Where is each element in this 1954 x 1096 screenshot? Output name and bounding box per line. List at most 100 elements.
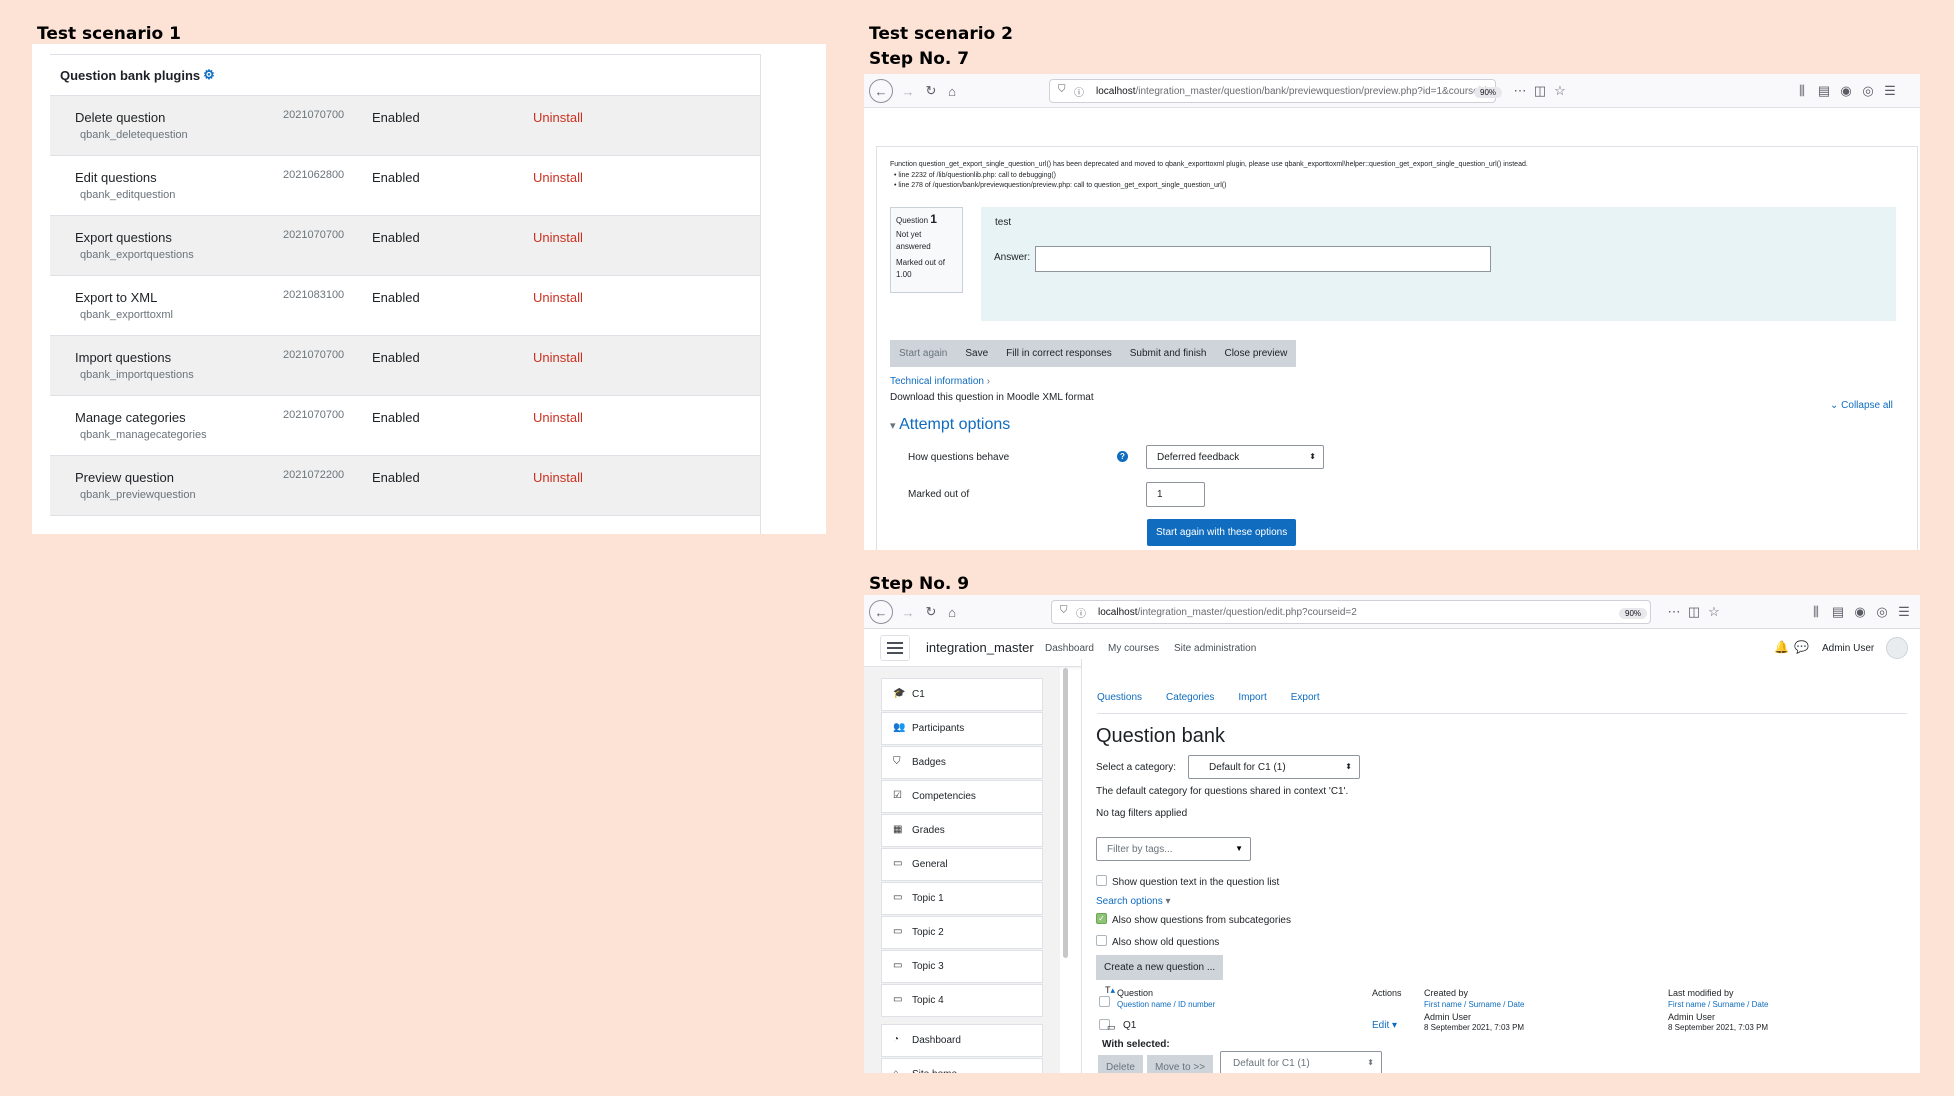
drawer-item-general[interactable]: ▭ General bbox=[881, 848, 1043, 881]
pocket-icon[interactable]: ◫ bbox=[1530, 81, 1550, 101]
drawer-item-competencies[interactable]: ☑ Competencies bbox=[881, 780, 1043, 813]
gear-icon[interactable]: ⚙ bbox=[203, 67, 215, 83]
question-row-edit-menu[interactable]: Edit ▾ bbox=[1372, 1020, 1397, 1031]
nav-link-site-administration[interactable]: Site administration bbox=[1174, 643, 1256, 654]
close-preview-button[interactable]: Close preview bbox=[1215, 340, 1296, 367]
forward-arrow-icon[interactable]: → bbox=[898, 81, 918, 101]
user-name[interactable]: Admin User bbox=[1822, 643, 1874, 654]
library-icon[interactable]: ⫼ bbox=[1792, 81, 1812, 101]
sort-created-date[interactable]: Date bbox=[1508, 1000, 1525, 1009]
submit-finish-button[interactable]: Submit and finish bbox=[1121, 340, 1216, 367]
plugin-uninstall-link[interactable]: Uninstall bbox=[533, 110, 583, 125]
sort-modified-first-name[interactable]: First name bbox=[1668, 1000, 1706, 1009]
help-icon[interactable]: ? bbox=[1117, 451, 1128, 462]
url-bar[interactable]: ⛉ ⓘ localhost/integration_master/questio… bbox=[1051, 600, 1651, 624]
drawer-item-badges[interactable]: ⛉ Badges bbox=[881, 746, 1043, 779]
bell-icon[interactable]: 🔔 bbox=[1774, 640, 1789, 654]
pocket-icon[interactable]: ◫ bbox=[1684, 602, 1704, 622]
sidebar-icon[interactable]: ▤ bbox=[1828, 602, 1848, 622]
menu-icon[interactable]: ☰ bbox=[1880, 81, 1900, 101]
drawer-item-grades[interactable]: ▦ Grades bbox=[881, 814, 1043, 847]
tab-questions[interactable]: Questions bbox=[1097, 692, 1142, 703]
zoom-level[interactable]: 90% bbox=[1474, 87, 1503, 98]
drawer-item-topic-2[interactable]: ▭ Topic 2 bbox=[881, 916, 1043, 949]
zoom-level[interactable]: 90% bbox=[1619, 608, 1648, 619]
create-question-button[interactable]: Create a new question ... bbox=[1096, 955, 1224, 980]
nav-link-dashboard[interactable]: Dashboard bbox=[1045, 643, 1094, 654]
subcategories-checkbox[interactable]: ✓ bbox=[1096, 913, 1107, 924]
sort-id-number[interactable]: ID number bbox=[1178, 1000, 1215, 1009]
move-target-select[interactable]: Default for C1 (1) ⬍ bbox=[1220, 1051, 1382, 1073]
forward-arrow-icon[interactable]: → bbox=[898, 602, 918, 622]
extension-icon[interactable]: ◎ bbox=[1872, 602, 1892, 622]
caption-step-9: Step No. 9 bbox=[869, 574, 970, 594]
drawer-item-c1[interactable]: 🎓 C1 bbox=[881, 678, 1043, 711]
show-text-checkbox[interactable] bbox=[1096, 875, 1107, 886]
plugin-uninstall-link[interactable]: Uninstall bbox=[533, 290, 583, 305]
old-questions-checkbox[interactable] bbox=[1096, 935, 1107, 946]
plugin-uninstall-link[interactable]: Uninstall bbox=[533, 230, 583, 245]
behaviour-select[interactable]: Deferred feedback ⬍ bbox=[1146, 445, 1324, 469]
reload-icon[interactable]: ↻ bbox=[921, 602, 941, 622]
nav-link-my-courses[interactable]: My courses bbox=[1108, 643, 1159, 654]
search-options-toggle[interactable]: Search options ▾ bbox=[1096, 896, 1171, 907]
account-icon[interactable]: ◉ bbox=[1836, 81, 1856, 101]
start-again-options-button[interactable]: Start again with these options bbox=[1147, 519, 1297, 546]
hamburger-menu-icon[interactable] bbox=[880, 635, 910, 661]
technical-information-link[interactable]: Technical information › bbox=[890, 376, 990, 387]
star-icon[interactable]: ☆ bbox=[1550, 81, 1570, 101]
plugin-uninstall-link[interactable]: Uninstall bbox=[533, 350, 583, 365]
chat-icon[interactable]: 💬 bbox=[1794, 640, 1809, 654]
drawer-item-topic-4[interactable]: ▭ Topic 4 bbox=[881, 984, 1043, 1017]
site-name[interactable]: integration_master bbox=[926, 640, 1034, 655]
answer-input[interactable] bbox=[1035, 246, 1491, 272]
tab-import[interactable]: Import bbox=[1238, 692, 1266, 703]
sort-created-surname[interactable]: Surname bbox=[1468, 1000, 1500, 1009]
plugin-uninstall-link[interactable]: Uninstall bbox=[533, 170, 583, 185]
drawer-item-participants[interactable]: 👥 Participants bbox=[881, 712, 1043, 745]
tab-export[interactable]: Export bbox=[1291, 692, 1320, 703]
drawer-bottom-dashboard[interactable]: ◔ Dashboard bbox=[881, 1024, 1043, 1057]
plugin-uninstall-link[interactable]: Uninstall bbox=[533, 470, 583, 485]
plugin-uninstall-link[interactable]: Uninstall bbox=[533, 410, 583, 425]
drawer-item-topic-1[interactable]: ▭ Topic 1 bbox=[881, 882, 1043, 915]
move-to-button[interactable]: Move to >> bbox=[1147, 1055, 1214, 1073]
drawer-item-topic-3[interactable]: ▭ Topic 3 bbox=[881, 950, 1043, 983]
start-again-button[interactable]: Start again bbox=[890, 340, 956, 367]
save-button[interactable]: Save bbox=[956, 340, 997, 367]
more-icon[interactable]: ⋯ bbox=[1664, 602, 1684, 622]
star-icon[interactable]: ☆ bbox=[1704, 602, 1724, 622]
url-bar[interactable]: ⛉ ⓘ localhost/integration_master/questio… bbox=[1049, 79, 1496, 103]
fill-correct-button[interactable]: Fill in correct responses bbox=[997, 340, 1121, 367]
sort-created-first-name[interactable]: First name bbox=[1424, 1000, 1462, 1009]
sidebar-icon[interactable]: ▤ bbox=[1814, 81, 1834, 101]
tab-categories[interactable]: Categories bbox=[1166, 692, 1214, 703]
select-all-checkbox[interactable] bbox=[1099, 996, 1110, 1007]
drawer-scrollbar[interactable] bbox=[1063, 668, 1068, 958]
home-icon[interactable]: ⌂ bbox=[942, 81, 962, 101]
avatar[interactable] bbox=[1886, 637, 1908, 659]
drawer-item-label: Topic 3 bbox=[912, 961, 944, 972]
extension-icon[interactable]: ◎ bbox=[1858, 81, 1878, 101]
category-select[interactable]: Default for C1 (1) ⬍ bbox=[1188, 755, 1360, 779]
drawer-bottom-site-home[interactable]: ⌂ Site home bbox=[881, 1058, 1043, 1073]
menu-icon[interactable]: ☰ bbox=[1894, 602, 1914, 622]
more-icon[interactable]: ⋯ bbox=[1510, 81, 1530, 101]
delete-button[interactable]: Delete bbox=[1098, 1055, 1143, 1073]
collapse-all-link[interactable]: ⌄ Collapse all bbox=[1830, 400, 1893, 411]
question-column-header[interactable]: Question bbox=[1117, 988, 1153, 998]
back-arrow-icon[interactable]: ← bbox=[869, 600, 893, 624]
home-icon[interactable]: ⌂ bbox=[942, 602, 962, 622]
library-icon[interactable]: ⫼ bbox=[1806, 602, 1826, 622]
reload-icon[interactable]: ↻ bbox=[921, 81, 941, 101]
sort-question-name[interactable]: Question name bbox=[1117, 1000, 1171, 1009]
sort-type-link[interactable]: T▴ bbox=[1105, 985, 1115, 996]
attempt-options-heading[interactable]: ▾ Attempt options bbox=[890, 416, 1010, 434]
back-arrow-icon[interactable]: ← bbox=[869, 79, 893, 103]
sort-modified-date[interactable]: Date bbox=[1752, 1000, 1769, 1009]
account-icon[interactable]: ◉ bbox=[1850, 602, 1870, 622]
tag-filter-input[interactable]: Filter by tags... ▼ bbox=[1096, 837, 1251, 861]
download-xml-link[interactable]: Download this question in Moodle XML for… bbox=[890, 392, 1094, 403]
sort-modified-surname[interactable]: Surname bbox=[1712, 1000, 1744, 1009]
marked-out-of-input[interactable]: 1 bbox=[1146, 482, 1205, 507]
